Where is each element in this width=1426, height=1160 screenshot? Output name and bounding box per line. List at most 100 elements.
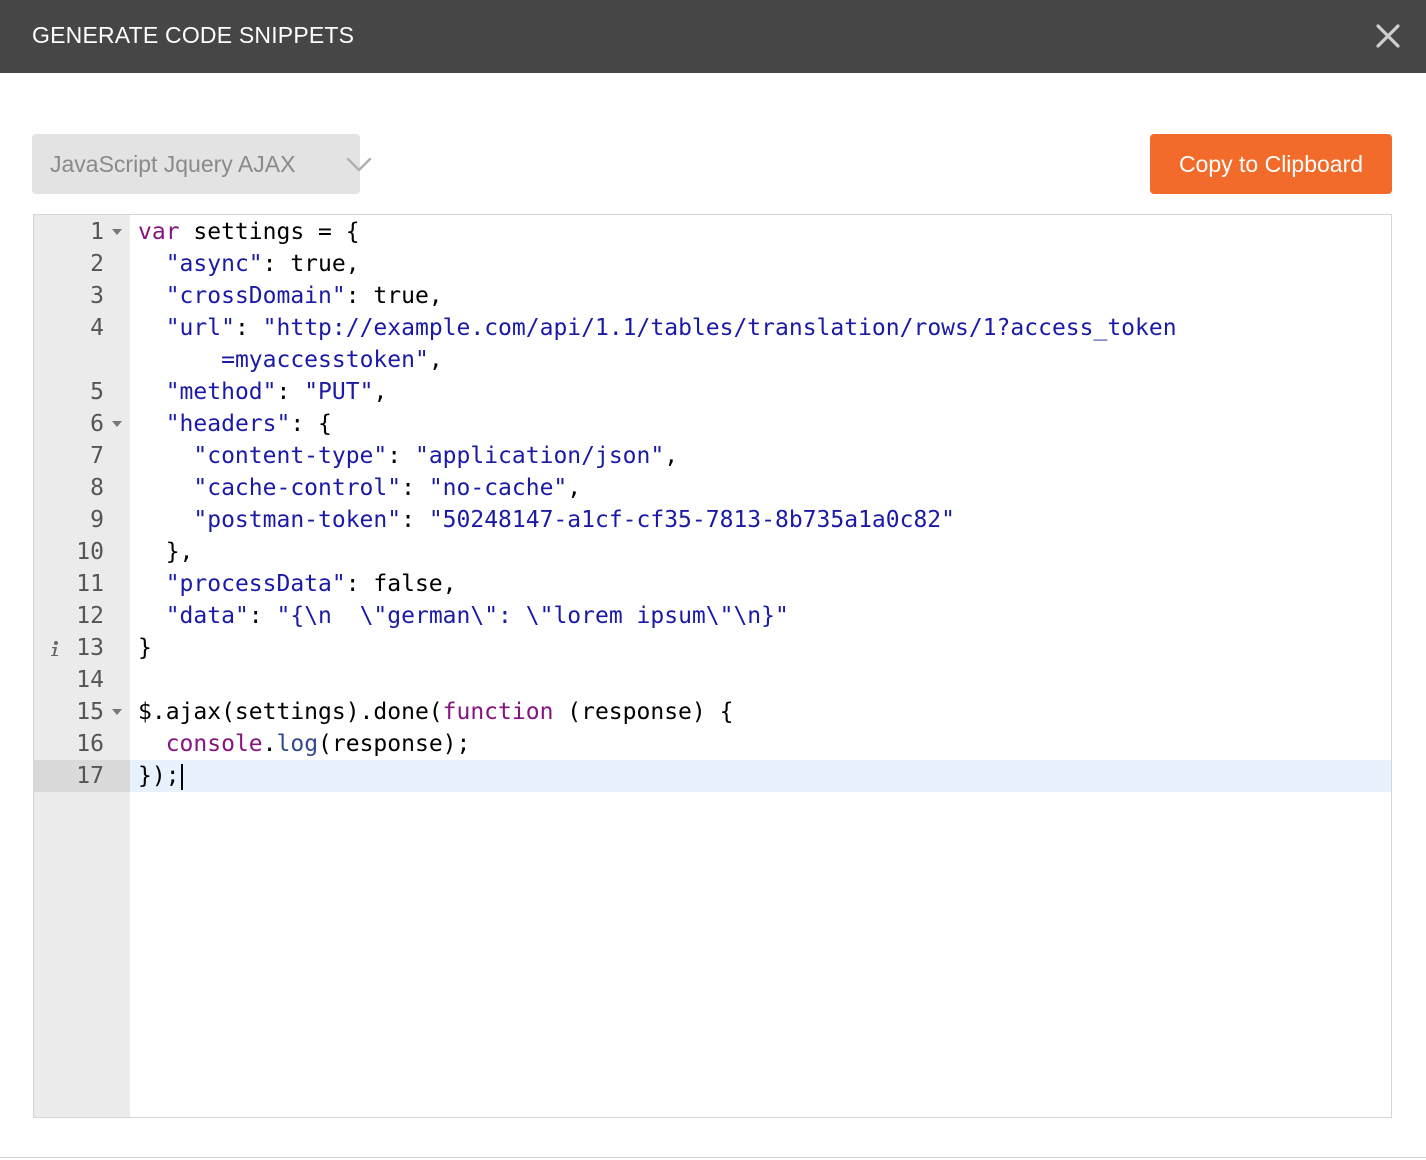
modal-title: GENERATE CODE SNIPPETS: [32, 22, 355, 48]
code-cell[interactable]: "data": "{\n \"german\": \"lorem ipsum\"…: [130, 600, 1391, 632]
close-button[interactable]: [1370, 18, 1406, 54]
code-line-12[interactable]: 12 "data": "{\n \"german\": \"lorem ipsu…: [34, 600, 1391, 632]
code-cell[interactable]: },: [130, 536, 1391, 568]
line-number: 12: [76, 603, 104, 629]
line-number: 5: [90, 379, 104, 405]
gutter-cell: 16: [34, 728, 130, 760]
line-number: 16: [76, 731, 104, 757]
code-token-plain: : true,: [345, 283, 443, 309]
code-line-11[interactable]: 11 "processData": false,: [34, 568, 1391, 600]
language-select[interactable]: JavaScript Jquery AJAX: [32, 134, 372, 194]
code-token-plain: : false,: [345, 571, 457, 597]
gutter-cell: [34, 344, 130, 376]
info-icon[interactable]: [48, 640, 62, 658]
code-text: "method": "PUT",: [138, 376, 388, 408]
code-token-plain: :: [387, 443, 415, 469]
line-number: 14: [76, 667, 104, 693]
code-line-8[interactable]: 8 "cache-control": "no-cache",: [34, 472, 1391, 504]
line-number: 2: [90, 251, 104, 277]
code-text: });: [138, 760, 183, 792]
line-number: 13: [76, 635, 104, 661]
code-line-16[interactable]: 16 console.log(response);: [34, 728, 1391, 760]
code-cell[interactable]: [130, 664, 1391, 696]
code-editor[interactable]: 1 var settings = {2 "async": true, 3 "cros…: [33, 214, 1392, 1118]
fold-arrow-icon[interactable]: [112, 229, 122, 236]
code-text: "postman-token": "50248147-a1cf-cf35-781…: [138, 504, 955, 536]
code-line-9[interactable]: 9 "postman-token": "50248147-a1cf-cf35-7…: [34, 504, 1391, 536]
code-text: "processData": false,: [138, 568, 457, 600]
code-token-fn: console: [165, 731, 263, 757]
modal-header: GENERATE CODE SNIPPETS: [0, 0, 1426, 73]
gutter-cell: 6: [34, 408, 130, 440]
code-line-14[interactable]: 14: [34, 664, 1391, 696]
code-line-10[interactable]: 10 },: [34, 536, 1391, 568]
gutter-cell: 8: [34, 472, 130, 504]
code-text: },: [138, 536, 194, 568]
code-line-1[interactable]: 1 var settings = {: [34, 216, 1391, 248]
code-cell[interactable]: "crossDomain": true,: [130, 280, 1391, 312]
code-line-2[interactable]: 2 "async": true,: [34, 248, 1391, 280]
fold-arrow-icon[interactable]: [112, 709, 122, 716]
code-cell[interactable]: "headers": {: [130, 408, 1391, 440]
gutter-cell: 2: [34, 248, 130, 280]
code-cell[interactable]: }: [130, 632, 1391, 664]
code-token-plain: ,: [428, 347, 443, 373]
code-cell[interactable]: =myaccesstoken",: [130, 344, 1391, 376]
code-cell[interactable]: "async": true,: [130, 248, 1391, 280]
code-token-str: "no-cache": [428, 475, 568, 501]
code-line-wrap[interactable]: =myaccesstoken",: [34, 344, 1391, 376]
code-line-3[interactable]: 3 "crossDomain": true,: [34, 280, 1391, 312]
code-cell[interactable]: "cache-control": "no-cache",: [130, 472, 1391, 504]
line-number: 9: [90, 507, 104, 533]
fold-arrow-icon[interactable]: [112, 421, 122, 428]
code-line-5[interactable]: 5 "method": "PUT",: [34, 376, 1391, 408]
code-cell[interactable]: "content-type": "application/json",: [130, 440, 1391, 472]
code-token-str: "crossDomain": [165, 283, 346, 309]
code-cell[interactable]: "processData": false,: [130, 568, 1391, 600]
code-text: "data": "{\n \"german\": \"lorem ipsum\"…: [138, 600, 789, 632]
code-line-4[interactable]: 4 "url": "http://example.com/api/1.1/tab…: [34, 312, 1391, 344]
code-token-plain: },: [138, 539, 194, 565]
line-number: 3: [90, 283, 104, 309]
code-line-13[interactable]: 13}: [34, 632, 1391, 664]
language-select-value: JavaScript Jquery AJAX: [50, 151, 296, 177]
code-cell[interactable]: "url": "http://example.com/api/1.1/table…: [130, 312, 1391, 344]
code-cell[interactable]: $.ajax(settings).done(function (response…: [130, 696, 1391, 728]
code-cell[interactable]: "postman-token": "50248147-a1cf-cf35-781…: [130, 504, 1391, 536]
code-line-17[interactable]: 17});: [34, 760, 1391, 792]
code-token-str: "postman-token": [193, 507, 402, 533]
line-number: 4: [90, 315, 104, 341]
code-token-plain: ,: [373, 379, 388, 405]
code-token-plain: : {: [290, 411, 332, 437]
code-cell[interactable]: });: [130, 760, 1391, 792]
code-token-str: "method": [165, 379, 277, 405]
line-number: 1: [90, 219, 104, 245]
text-cursor: [180, 763, 183, 790]
gutter-cell: 11: [34, 568, 130, 600]
code-line-7[interactable]: 7 "content-type": "application/json",: [34, 440, 1391, 472]
gutter-cell: 3: [34, 280, 130, 312]
code-cell[interactable]: var settings = {: [130, 216, 1391, 248]
copy-to-clipboard-button[interactable]: Copy to Clipboard: [1150, 134, 1392, 194]
code-cell[interactable]: console.log(response);: [130, 728, 1391, 760]
code-token-plain: :: [234, 315, 263, 341]
code-token-plain: (response) {: [553, 699, 734, 725]
code-token-str: "cache-control": [193, 475, 402, 501]
code-token-str: "headers": [165, 411, 291, 437]
code-token-str: "http://example.com/api/1.1/tables/trans…: [262, 315, 1177, 341]
gutter-cell: 4: [34, 312, 130, 344]
code-line-15[interactable]: 15 $.ajax(settings).done(function (respon…: [34, 696, 1391, 728]
code-cell[interactable]: "method": "PUT",: [130, 376, 1391, 408]
code-line-6[interactable]: 6 "headers": {: [34, 408, 1391, 440]
code-token-plain: ,: [664, 443, 679, 469]
gutter-cell: 5: [34, 376, 130, 408]
